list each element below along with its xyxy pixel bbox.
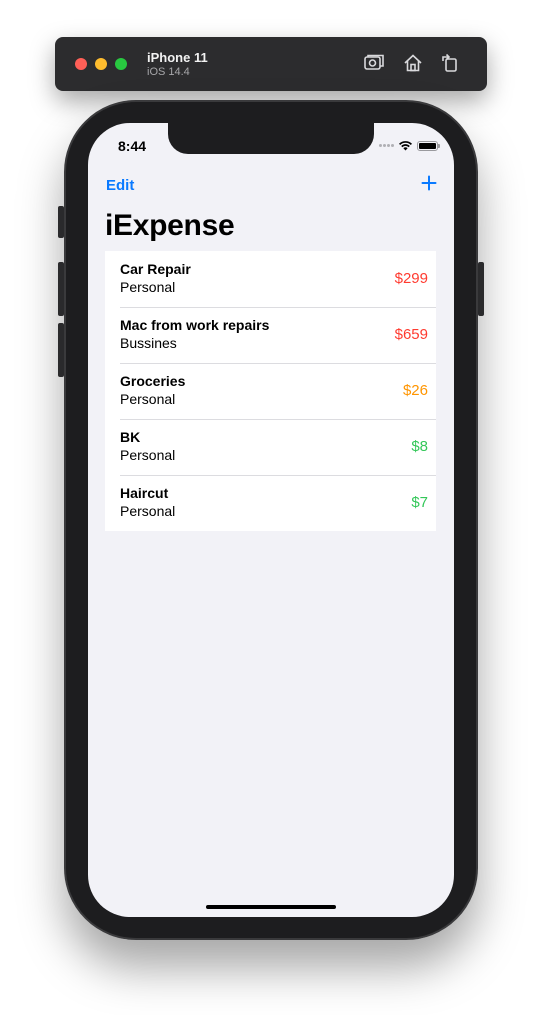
expense-name: Mac from work repairs [120,317,270,333]
list-item[interactable]: Car Repair Personal $299 [105,251,436,307]
rotate-icon[interactable] [439,52,461,74]
list-item[interactable]: Mac from work repairs Bussines $659 [105,307,436,363]
status-time: 8:44 [118,138,147,154]
expense-name: Haircut [120,485,169,501]
side-button [478,262,484,316]
cellular-signal-icon [379,144,394,147]
screenshot-icon[interactable] [363,52,385,74]
list-item[interactable]: Groceries Personal $26 [105,363,436,419]
expense-type: Personal [120,503,176,519]
list-item[interactable]: Haircut Personal $7 [105,475,436,531]
simulator-title-bar: iPhone 11 iOS 14.4 [55,37,487,91]
battery-icon [417,140,440,151]
expense-type: Personal [120,447,176,463]
expense-type: Personal [120,391,176,407]
expense-list: Car Repair Personal $299 Mac from work r… [105,251,436,531]
expense-type: Bussines [120,335,177,351]
plus-icon[interactable] [420,174,438,192]
close-window-button[interactable] [75,58,87,70]
expense-name: Car Repair [120,261,191,277]
list-item[interactable]: BK Personal $8 [105,419,436,475]
expense-amount: $8 [411,438,428,455]
device-name: iPhone 11 [147,50,208,65]
device-screen: 8:44 Edit iExpense Car Repair Personal $… [88,123,454,917]
notch [168,123,374,154]
expense-amount: $7 [411,494,428,511]
page: iPhone 11 iOS 14.4 8:44 Edit iExpense Ca… [0,0,542,1015]
expense-amount: $659 [394,326,428,343]
home-indicator[interactable] [206,905,336,909]
expense-name: Groceries [120,373,186,389]
os-version: iOS 14.4 [147,66,190,78]
wifi-icon [398,140,413,151]
zoom-window-button[interactable] [115,58,127,70]
minimize-window-button[interactable] [95,58,107,70]
edit-button[interactable]: Edit [106,177,134,194]
page-title: iExpense [105,209,235,242]
home-icon[interactable] [402,52,424,74]
expense-amount: $26 [402,382,428,399]
expense-amount: $299 [394,270,428,287]
expense-name: BK [120,429,141,445]
status-indicators [379,140,440,151]
expense-type: Personal [120,279,176,295]
